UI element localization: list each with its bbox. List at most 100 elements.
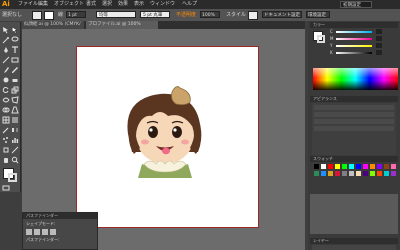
color-swatch[interactable]	[391, 171, 396, 176]
opacity-field[interactable]: 100%	[200, 11, 220, 18]
menu-edit[interactable]: 編集	[38, 0, 48, 9]
paintbrush-tool-icon[interactable]	[2, 66, 10, 74]
free-transform-tool-icon[interactable]	[11, 96, 19, 104]
menu-type[interactable]: 書式	[86, 0, 96, 9]
color-swatch[interactable]	[335, 171, 340, 176]
eraser-tool-icon[interactable]	[11, 76, 19, 84]
k-slider[interactable]	[336, 52, 372, 54]
rotate-tool-icon[interactable]	[2, 86, 10, 94]
menu-help[interactable]: ヘルプ	[182, 0, 197, 9]
layers-panel-header[interactable]: レイヤー	[310, 238, 398, 244]
zoom-tool-icon[interactable]	[11, 156, 19, 164]
pen-tool-icon[interactable]	[2, 46, 10, 54]
appearance-row[interactable]	[314, 119, 394, 124]
color-panel-header[interactable]: カラー	[310, 22, 398, 28]
color-swatch[interactable]	[363, 164, 368, 169]
color-swatch[interactable]	[321, 164, 326, 169]
style-swatch[interactable]	[248, 11, 258, 20]
hand-tool-icon[interactable]	[2, 156, 10, 164]
color-swatch[interactable]	[349, 164, 354, 169]
color-swatch[interactable]	[370, 171, 375, 176]
menu-object[interactable]: オブジェクト	[54, 0, 84, 9]
brush-dropdown[interactable]: 5 pt 丸筆	[140, 11, 170, 18]
document-setup-button[interactable]: ドキュメント設定	[262, 11, 302, 18]
line-tool-icon[interactable]	[2, 56, 10, 64]
color-swatch[interactable]	[356, 164, 361, 169]
stroke-label: 線	[58, 12, 64, 18]
exclude-icon[interactable]	[50, 229, 56, 235]
preferences-button[interactable]: 環境設定	[306, 11, 330, 18]
color-swatch[interactable]	[363, 171, 368, 176]
m-slider[interactable]	[336, 38, 372, 40]
rectangle-tool-icon[interactable]	[11, 56, 19, 64]
color-swatch[interactable]	[384, 164, 389, 169]
m-value-field[interactable]	[376, 36, 382, 41]
color-swatch[interactable]	[328, 164, 333, 169]
scale-tool-icon[interactable]	[11, 86, 19, 94]
intersect-icon[interactable]	[42, 229, 48, 235]
color-swatch[interactable]	[370, 164, 375, 169]
appearance-row[interactable]	[314, 105, 394, 110]
shape-builder-tool-icon[interactable]	[2, 106, 10, 114]
magic-wand-icon[interactable]	[2, 36, 10, 44]
color-spectrum[interactable]	[313, 68, 398, 90]
color-swatch[interactable]	[314, 164, 319, 169]
type-tool-icon[interactable]	[11, 46, 19, 54]
menu-view[interactable]: 表示	[134, 0, 144, 9]
color-swatch[interactable]	[349, 171, 354, 176]
eyedropper-tool-icon[interactable]	[2, 126, 10, 134]
color-swatch[interactable]	[342, 164, 347, 169]
screen-mode-icon[interactable]	[2, 184, 10, 192]
blend-tool-icon[interactable]	[11, 126, 19, 134]
mesh-tool-icon[interactable]	[2, 116, 10, 124]
color-swatch[interactable]	[328, 171, 333, 176]
color-stroke-icon[interactable]	[317, 35, 325, 43]
tab-document-2[interactable]: プロファイル.ai @ 100% (CMYK/プレビュー)	[86, 21, 158, 35]
fill-swatch[interactable]	[32, 11, 42, 20]
c-slider[interactable]	[336, 31, 372, 33]
tab-document-1[interactable]: 似顔絵.ai @ 100% (CMYK/プレビュー)	[22, 21, 84, 35]
pencil-tool-icon[interactable]	[11, 66, 19, 74]
swatches-panel-header[interactable]: スウォッチ	[310, 156, 398, 162]
perspective-grid-icon[interactable]	[11, 106, 19, 114]
graph-tool-icon[interactable]	[11, 136, 19, 144]
color-swatch[interactable]	[321, 171, 326, 176]
appearance-row[interactable]	[314, 126, 394, 131]
profile-dropdown[interactable]: 均等	[96, 11, 136, 18]
slice-tool-icon[interactable]	[11, 146, 19, 154]
layers-row[interactable]	[312, 245, 396, 250]
y-value-field[interactable]	[376, 43, 382, 48]
color-swatch[interactable]	[391, 164, 396, 169]
appearance-panel-header[interactable]: アピアランス	[310, 96, 398, 102]
direct-selection-tool-icon[interactable]	[11, 26, 19, 34]
warp-tool-icon[interactable]	[2, 96, 10, 104]
lasso-tool-icon[interactable]	[11, 36, 19, 44]
color-swatch[interactable]	[377, 171, 382, 176]
menu-window[interactable]: ウィンドウ	[150, 0, 175, 9]
gradient-tool-icon[interactable]	[11, 116, 19, 124]
menu-effect[interactable]: 効果	[118, 0, 128, 9]
color-swatch[interactable]	[342, 171, 347, 176]
stroke-weight-field[interactable]: 1 pt	[66, 11, 86, 18]
menu-file[interactable]: ファイル	[18, 0, 38, 9]
color-swatch[interactable]	[384, 171, 389, 176]
stroke-swatch[interactable]	[44, 11, 54, 20]
color-swatch[interactable]	[356, 171, 361, 176]
color-swatch[interactable]	[314, 171, 319, 176]
avatar-illustration[interactable]	[120, 86, 210, 196]
artboard-tool-icon[interactable]	[2, 146, 10, 154]
k-value-field[interactable]	[376, 50, 382, 55]
appearance-row[interactable]	[314, 112, 394, 117]
c-value-field[interactable]	[376, 29, 382, 34]
symbol-sprayer-tool-icon[interactable]	[2, 136, 10, 144]
menu-select[interactable]: 選択	[102, 0, 112, 9]
workspace-switcher[interactable]: 初期設定	[340, 1, 372, 8]
color-swatch[interactable]	[377, 164, 382, 169]
selection-tool-icon[interactable]	[2, 26, 10, 34]
blob-brush-tool-icon[interactable]	[2, 76, 10, 84]
stroke-color-icon[interactable]	[8, 173, 17, 182]
y-slider[interactable]	[336, 45, 372, 47]
minus-front-icon[interactable]	[34, 229, 40, 235]
color-swatch[interactable]	[335, 164, 340, 169]
unite-icon[interactable]	[26, 229, 32, 235]
